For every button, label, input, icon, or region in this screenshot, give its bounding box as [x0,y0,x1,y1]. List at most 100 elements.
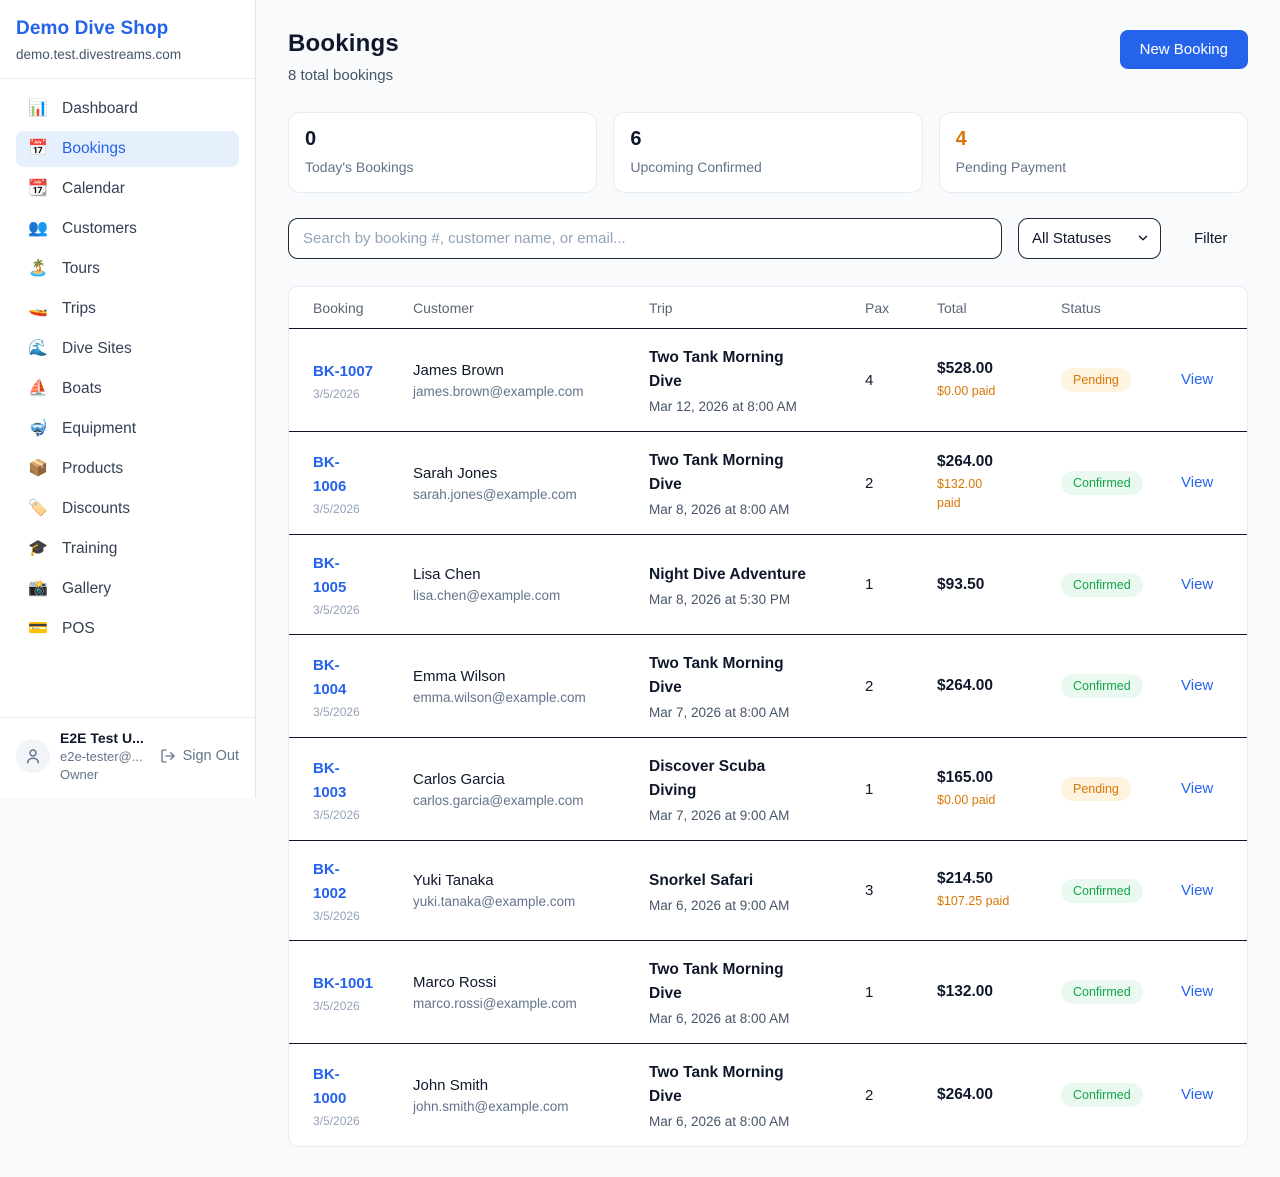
speedboat-icon: 🚤 [28,301,48,317]
action-cell: View [1169,432,1247,535]
stat-card-today-s-bookings: 0Today's Bookings [288,112,597,193]
pax-cell: 2 [853,432,925,535]
view-link[interactable]: View [1181,576,1213,593]
sidebar-item-label: Products [62,460,123,478]
stat-value: 0 [305,128,580,151]
filter-button[interactable]: Filter [1194,230,1227,247]
table-row: BK- 10023/5/2026Yuki Tanakayuki.tanaka@e… [289,841,1247,941]
avatar [16,739,50,773]
booking-link[interactable]: BK- 1006 [313,451,346,499]
customer-cell: Emma Wilsonemma.wilson@example.com [401,635,637,738]
sidebar-item-discounts[interactable]: 🏷️Discounts [16,491,239,527]
customer-name: Emma Wilson [413,668,625,685]
status-badge: Confirmed [1061,573,1143,597]
booking-link[interactable]: BK- 1005 [313,552,346,600]
booking-link[interactable]: BK- 1000 [313,1063,346,1111]
stat-value: 6 [630,128,905,151]
user-name: E2E Test U... [60,730,144,746]
customer-name: John Smith [413,1077,625,1094]
sidebar-item-label: Training [62,540,117,558]
booking-date: 3/5/2026 [313,1114,389,1128]
total-amount: $93.50 [937,576,1037,594]
view-link[interactable]: View [1181,882,1213,899]
sidebar-item-customers[interactable]: 👥Customers [16,211,239,247]
stat-label: Upcoming Confirmed [630,159,905,175]
search-input[interactable] [288,218,1002,259]
booking-cell: BK-10013/5/2026 [289,941,401,1044]
tag-icon: 🏷️ [28,501,48,517]
view-link[interactable]: View [1181,371,1213,388]
stat-card-pending-payment: 4Pending Payment [939,112,1248,193]
sailboat-icon: ⛵ [28,381,48,397]
sidebar-item-products[interactable]: 📦Products [16,451,239,487]
user-icon [24,747,42,765]
customer-cell: John Smithjohn.smith@example.com [401,1044,637,1147]
bookings-table: BookingCustomerTripPaxTotalStatus BK-100… [289,287,1247,1146]
sidebar-item-training[interactable]: 🎓Training [16,531,239,567]
column-header-total: Total [925,287,1049,329]
stat-value: 4 [956,128,1231,151]
pax-count: 1 [865,576,913,593]
booking-link[interactable]: BK- 1003 [313,757,346,805]
sidebar-item-dashboard[interactable]: 📊Dashboard [16,91,239,127]
booking-cell: BK- 10033/5/2026 [289,738,401,841]
status-filter-select[interactable]: All Statuses [1018,218,1161,259]
pax-cell: 1 [853,738,925,841]
view-link[interactable]: View [1181,677,1213,694]
trip-cell: Night Dive AdventureMar 8, 2026 at 5:30 … [637,535,853,635]
total-cell: $214.50$107.25 paid [925,841,1049,941]
customer-email: yuki.tanaka@example.com [413,894,625,909]
sidebar: Demo Dive Shop demo.test.divestreams.com… [0,0,256,798]
sidebar-item-label: Tours [62,260,100,278]
table-row: BK- 10053/5/2026Lisa Chenlisa.chen@examp… [289,535,1247,635]
page-header: Bookings 8 total bookings New Booking [288,30,1248,84]
pax-count: 2 [865,1087,913,1104]
status-cell: Confirmed [1049,535,1169,635]
booking-cell: BK- 10063/5/2026 [289,432,401,535]
shop-name: Demo Dive Shop [16,18,239,40]
booking-link[interactable]: BK-1001 [313,972,373,996]
wave-icon: 🌊 [28,341,48,357]
booking-link[interactable]: BK-1007 [313,360,373,384]
sidebar-item-dive-sites[interactable]: 🌊Dive Sites [16,331,239,367]
user-info: E2E Test U... e2e-tester@... Owner [60,730,144,782]
customer-email: james.brown@example.com [413,384,625,399]
pax-cell: 1 [853,535,925,635]
booking-link[interactable]: BK- 1004 [313,654,346,702]
sidebar-item-label: Dashboard [62,100,138,118]
status-cell: Confirmed [1049,1044,1169,1147]
trip-cell: Two Tank Morning DiveMar 12, 2026 at 8:0… [637,329,853,432]
total-cell: $264.00$132.00 paid [925,432,1049,535]
pax-count: 2 [865,475,913,492]
pax-cell: 4 [853,329,925,432]
booking-link[interactable]: BK- 1002 [313,858,346,906]
view-link[interactable]: View [1181,1086,1213,1103]
sidebar-item-tours[interactable]: 🏝️Tours [16,251,239,287]
booking-cell: BK-10073/5/2026 [289,329,401,432]
sidebar-item-boats[interactable]: ⛵Boats [16,371,239,407]
sidebar-item-trips[interactable]: 🚤Trips [16,291,239,327]
view-link[interactable]: View [1181,780,1213,797]
new-booking-button[interactable]: New Booking [1120,30,1248,69]
action-cell: View [1169,329,1247,432]
sidebar-item-calendar[interactable]: 📆Calendar [16,171,239,207]
customer-name: Sarah Jones [413,465,625,482]
sidebar-item-pos[interactable]: 💳POS [16,611,239,647]
trip-cell: Two Tank Morning DiveMar 8, 2026 at 8:00… [637,432,853,535]
customer-cell: Sarah Jonessarah.jones@example.com [401,432,637,535]
sidebar-item-bookings[interactable]: 📅Bookings [16,131,239,167]
sign-out-button[interactable]: Sign Out [160,748,239,764]
paid-amount: $0.00 paid [937,382,1037,401]
status-badge: Pending [1061,368,1131,392]
customer-email: marco.rossi@example.com [413,996,625,1011]
trip-cell: Snorkel SafariMar 6, 2026 at 9:00 AM [637,841,853,941]
diving-mask-icon: 🤿 [28,421,48,437]
sidebar-item-equipment[interactable]: 🤿Equipment [16,411,239,447]
people-icon: 👥 [28,221,48,237]
view-link[interactable]: View [1181,983,1213,1000]
sidebar-item-gallery[interactable]: 📸Gallery [16,571,239,607]
view-link[interactable]: View [1181,474,1213,491]
customer-name: Yuki Tanaka [413,872,625,889]
trip-name: Two Tank Morning Dive [649,1061,841,1109]
trip-name: Two Tank Morning Dive [649,652,841,700]
